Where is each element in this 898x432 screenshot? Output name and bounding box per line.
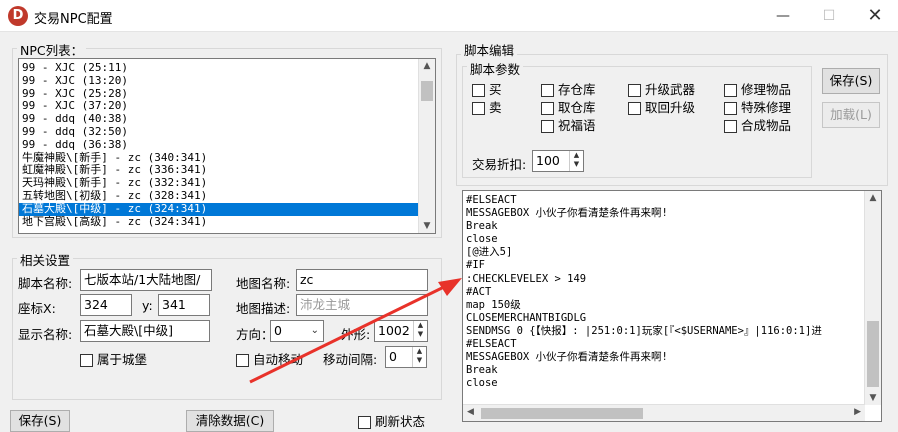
annotation-arrow-icon	[249, 278, 462, 384]
